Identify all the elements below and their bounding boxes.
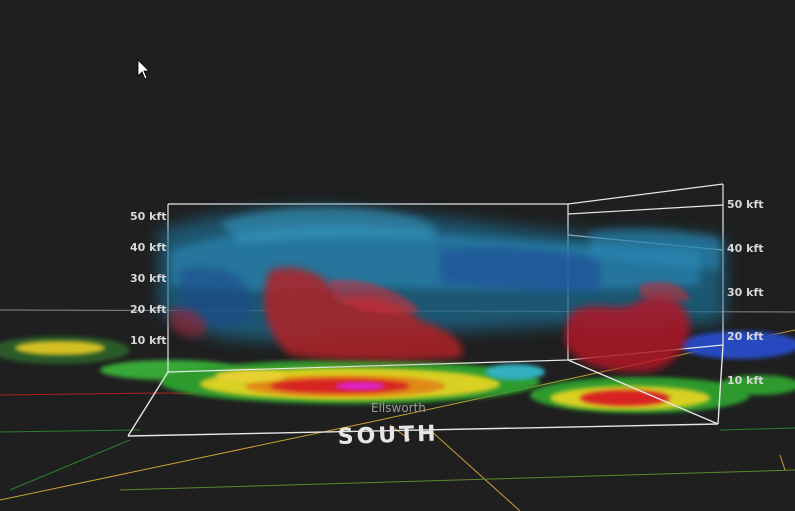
right-label-10kft: 10 kft	[727, 374, 764, 387]
left-label-30kft: 30 kft	[130, 272, 167, 285]
left-label-40kft: 40 kft	[130, 241, 167, 254]
direction-label: SOUTH	[337, 421, 439, 450]
radar-3d-viewport[interactable]: 50 kft 40 kft 30 kft 20 kft 10 kft 50 kf…	[0, 0, 795, 511]
radar-scene: 50 kft 40 kft 30 kft 20 kft 10 kft 50 kf…	[0, 59, 795, 511]
city-label: Ellsworth	[371, 401, 426, 415]
right-label-50kft: 50 kft	[727, 198, 764, 211]
left-label-50kft: 50 kft	[130, 210, 167, 223]
left-label-10kft: 10 kft	[130, 334, 167, 347]
mouse-cursor-icon	[137, 59, 150, 80]
right-label-20kft: 20 kft	[727, 330, 764, 343]
storm-volume-render	[160, 206, 725, 372]
right-label-40kft: 40 kft	[727, 242, 764, 255]
right-label-30kft: 30 kft	[727, 286, 764, 299]
left-label-20kft: 20 kft	[130, 303, 167, 316]
